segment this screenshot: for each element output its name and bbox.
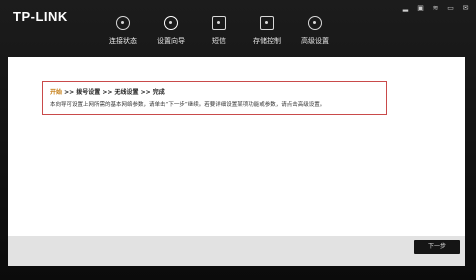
- wizard-steps: 开始 >> 拨号设置 >> 无线设置 >> 完成: [50, 87, 165, 96]
- nav-item-label: 高级设置: [301, 37, 329, 45]
- main-nav: 连接状态 设置向导 短信 存储控制 高级设置: [100, 14, 340, 46]
- message-icon: ✉: [462, 4, 469, 12]
- step-dial: 拨号设置: [76, 89, 101, 96]
- battery-icon: ▭: [447, 4, 454, 12]
- step-separator: >>: [138, 89, 153, 96]
- nav-item-advanced[interactable]: 高级设置: [292, 14, 338, 46]
- tools-icon: [308, 16, 322, 30]
- nav-item-storage[interactable]: 存储控制: [244, 14, 290, 46]
- globe-icon: [116, 16, 130, 30]
- wifi-icon: ≋: [432, 4, 439, 12]
- nav-item-label: 短信: [212, 37, 226, 45]
- next-button[interactable]: 下一步: [414, 240, 460, 254]
- step-start: 开始: [50, 89, 63, 96]
- gear-icon: [164, 16, 178, 30]
- nav-item-label: 存储控制: [253, 37, 281, 45]
- step-finish: 完成: [152, 89, 165, 96]
- nav-item-sms[interactable]: 短信: [196, 14, 242, 46]
- mail-icon: [212, 16, 226, 30]
- nav-item-setup-wizard[interactable]: 设置向导: [148, 14, 194, 46]
- status-bar: ▂ ▣ ≋ ▭ ✉: [401, 5, 470, 12]
- wizard-footer: [8, 236, 465, 266]
- wizard-content: 开始 >> 拨号设置 >> 无线设置 >> 完成 本向导可设置上网所需的基本网络…: [8, 57, 465, 236]
- wizard-description: 本向导可设置上网所需的基本网络参数，请单击“下一步”继续。若要详细设置某项功能或…: [50, 102, 326, 108]
- sim-icon: ▣: [417, 4, 424, 12]
- wizard-info-box: 开始 >> 拨号设置 >> 无线设置 >> 完成 本向导可设置上网所需的基本网络…: [42, 81, 387, 115]
- step-separator: >>: [100, 89, 115, 96]
- step-separator: >>: [62, 89, 77, 96]
- step-wireless: 无线设置: [114, 89, 139, 96]
- signal-icon: ▂: [402, 4, 409, 12]
- sd-card-icon: [260, 16, 274, 30]
- nav-item-label: 连接状态: [109, 37, 137, 45]
- nav-item-label: 设置向导: [157, 37, 185, 45]
- nav-item-connection-status[interactable]: 连接状态: [100, 14, 146, 46]
- app-logo: TP-LINK: [13, 9, 68, 24]
